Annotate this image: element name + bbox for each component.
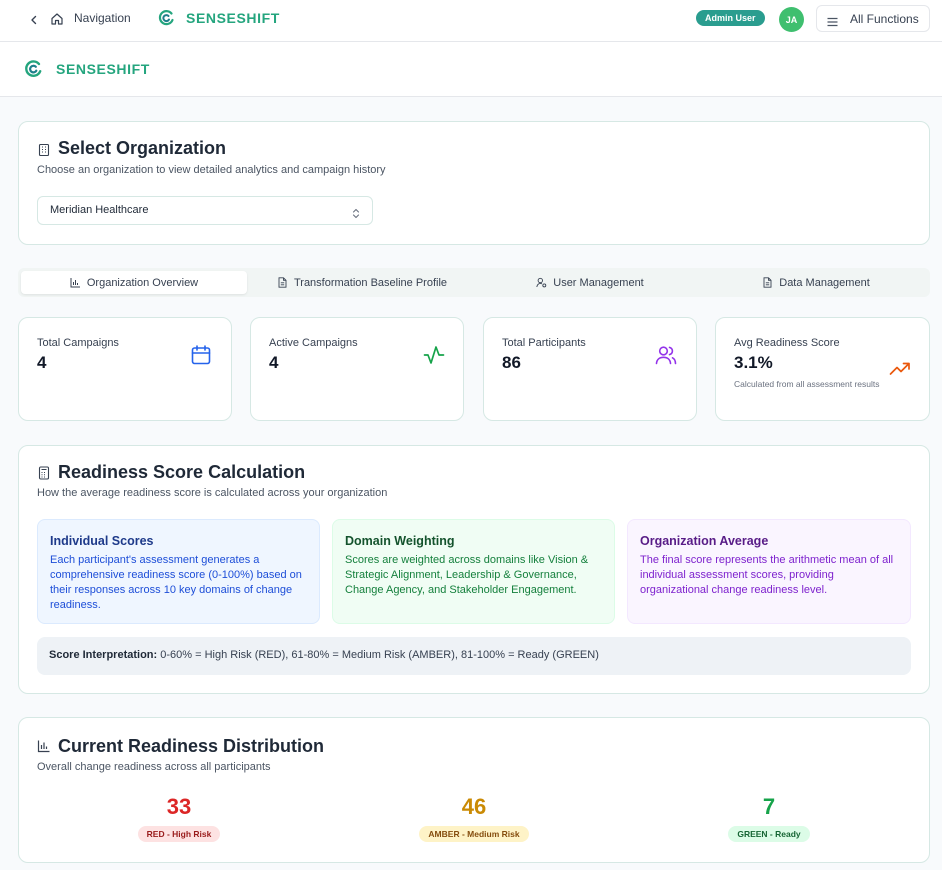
distribution-red: 33 RED - High Risk (79, 794, 279, 842)
organization-select[interactable]: Meridian Healthcare (37, 196, 373, 225)
trending-up-icon (889, 358, 911, 380)
stat-label: Total Campaigns (37, 337, 119, 349)
distribution-badge: AMBER - Medium Risk (419, 826, 529, 842)
stat-card-active-campaigns: Active Campaigns 4 (250, 317, 464, 421)
section-subtitle: Choose an organization to view detailed … (37, 164, 386, 176)
stat-card-avg-readiness: Avg Readiness Score 3.1% Calculated from… (715, 317, 930, 421)
stat-label: Avg Readiness Score (734, 337, 840, 349)
section-title: Current Readiness Distribution (58, 736, 325, 756)
all-functions-button[interactable]: All Functions (816, 5, 930, 32)
all-functions-label: All Functions (850, 12, 919, 26)
bar-chart-icon (70, 278, 80, 288)
info-box-organization-average: Organization Average The final score rep… (627, 519, 911, 624)
stat-note: Calculated from all assessment results (734, 379, 880, 389)
role-badge: Admin User (696, 10, 765, 26)
tab-data-management[interactable]: Data Management (705, 271, 927, 294)
score-interpretation-ranges: 0-60% = High Risk (RED), 61-80% = Medium… (157, 649, 599, 661)
activity-icon (423, 344, 445, 366)
navigation-link[interactable]: Navigation (74, 11, 131, 25)
info-box-title: Organization Average (640, 534, 769, 548)
home-icon[interactable] (50, 11, 64, 27)
distribution-badge: GREEN - Ready (728, 826, 810, 842)
score-interpretation-label: Score Interpretation: (49, 649, 158, 661)
user-avatar[interactable]: JA (779, 7, 804, 32)
brand-name: SENSESHIFT (56, 61, 150, 77)
chevron-left-icon[interactable] (27, 12, 41, 28)
user-gear-icon (536, 277, 547, 288)
tab-label: User Management (553, 276, 644, 289)
file-icon (278, 277, 287, 288)
distribution-value: 33 (166, 794, 192, 819)
stat-label: Active Campaigns (269, 337, 358, 349)
section-title: Readiness Score Calculation (58, 462, 306, 482)
organization-select-value: Meridian Healthcare (50, 204, 149, 216)
distribution-value: 7 (762, 794, 776, 819)
brand-name: SENSESHIFT (186, 10, 280, 26)
info-box-individual-scores: Individual Scores Each participant's ass… (37, 519, 320, 624)
senseshift-logo-icon (158, 9, 175, 27)
menu-icon (827, 14, 838, 27)
building-icon (37, 143, 51, 157)
tab-label: Data Management (779, 276, 870, 289)
stat-card-total-campaigns: Total Campaigns 4 (18, 317, 232, 421)
score-interpretation-text: Score Interpretation: 0-60% = High Risk … (49, 649, 599, 661)
stat-value: 86 (502, 353, 521, 372)
info-box-title: Individual Scores (50, 534, 154, 548)
distribution-green: 7 GREEN - Ready (669, 794, 869, 842)
users-icon (655, 344, 677, 366)
tab-user-management[interactable]: User Management (477, 271, 703, 294)
distribution-badge: RED - High Risk (137, 826, 221, 842)
calendar-icon (190, 344, 212, 366)
calculator-icon (37, 466, 51, 480)
tab-organization-overview[interactable]: Organization Overview (21, 271, 247, 294)
chevron-up-down-icon (352, 206, 360, 219)
bar-chart-icon (37, 739, 51, 753)
info-box-domain-weighting: Domain Weighting Scores are weighted acr… (332, 519, 615, 624)
section-title: Select Organization (58, 138, 227, 158)
tab-transformation-baseline-profile[interactable]: Transformation Baseline Profile (249, 271, 475, 294)
select-organization-card: Select Organization Choose an organizati… (18, 121, 930, 245)
section-subtitle: How the average readiness score is calcu… (37, 487, 388, 499)
tab-bar: Organization Overview Transformation Bas… (18, 268, 930, 297)
info-box-title: Domain Weighting (345, 534, 455, 548)
top-navigation-bar: Navigation SENSESHIFT Admin User JA All … (0, 0, 942, 42)
app-header: SENSESHIFT (0, 42, 942, 97)
tab-label: Organization Overview (86, 276, 199, 289)
senseshift-logo-icon (24, 59, 43, 79)
distribution-value: 46 (461, 794, 487, 819)
info-box-body: Scores are weighted across domains like … (345, 554, 589, 596)
info-box-body: Each participant's assessment generates … (50, 554, 302, 611)
stat-value: 4 (269, 353, 279, 372)
tab-label: Transformation Baseline Profile (293, 276, 448, 289)
section-subtitle: Overall change readiness across all part… (37, 761, 271, 773)
stat-label: Total Participants (502, 337, 586, 349)
stat-value: 4 (37, 353, 47, 372)
info-box-body: The final score represents the arithmeti… (640, 554, 894, 596)
stat-card-total-participants: Total Participants 86 (483, 317, 697, 421)
file-icon (763, 277, 772, 288)
stat-value: 3.1% (734, 353, 773, 372)
distribution-amber: 46 AMBER - Medium Risk (374, 794, 574, 842)
readiness-distribution-card: Current Readiness Distribution Overall c… (18, 717, 930, 863)
readiness-calculation-card: Readiness Score Calculation How the aver… (18, 445, 930, 694)
score-interpretation: Score Interpretation: 0-60% = High Risk … (37, 637, 911, 675)
